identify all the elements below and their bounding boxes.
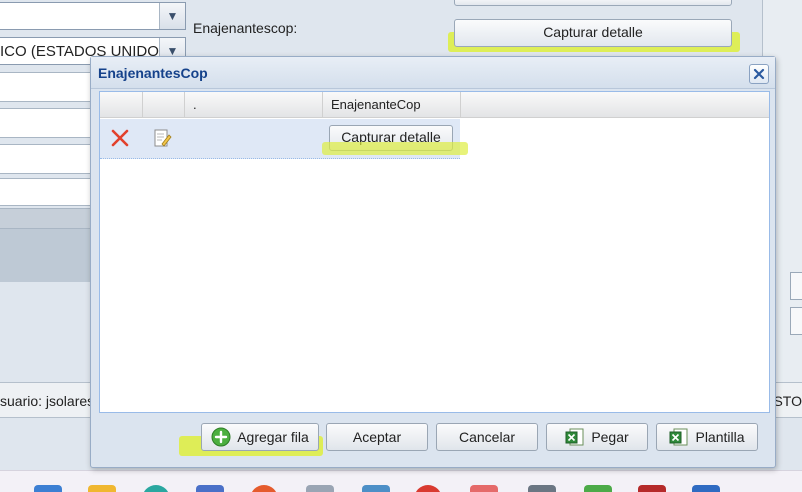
add-row-label: Agregar fila	[237, 429, 309, 445]
taskbar-browser-icon[interactable]	[142, 485, 170, 492]
background-field-2[interactable]	[0, 108, 92, 138]
background-panel-bar	[0, 208, 92, 228]
column-header-edit	[143, 92, 185, 118]
taskbar-doc-icon[interactable]	[470, 485, 498, 492]
paste-button[interactable]: Pegar	[546, 423, 648, 451]
status-user: suario: jsolares	[0, 393, 95, 409]
status-right-text: STO	[773, 393, 802, 409]
enajenantes-grid: . EnajenanteCop Capturar detalle	[99, 91, 770, 413]
taskbar-green-icon[interactable]	[584, 485, 612, 492]
template-button[interactable]: Plantilla	[656, 423, 758, 451]
accept-button[interactable]: Aceptar	[326, 423, 428, 451]
column-header-dot: .	[185, 92, 323, 118]
capture-detail-label: Capturar detalle	[543, 24, 643, 40]
dialog-header: EnajenantesCop	[91, 57, 775, 89]
grid-header: . EnajenanteCop	[100, 92, 769, 118]
add-row-button[interactable]: Agregar fila	[201, 423, 319, 451]
capture-detail-button-top[interactable]: Capturar detalle	[454, 19, 732, 47]
country-select-1[interactable]: ▼	[0, 2, 186, 30]
template-label: Plantilla	[695, 429, 745, 445]
chevron-down-icon[interactable]: ▼	[159, 3, 185, 29]
table-row[interactable]: Capturar detalle	[100, 119, 468, 159]
cancel-button[interactable]: Cancelar	[436, 423, 538, 451]
background-field-4[interactable]	[0, 178, 92, 206]
taskbar-blue-icon[interactable]	[692, 485, 720, 492]
background-field-1[interactable]	[0, 72, 92, 102]
enajenantes-label: Enajenantescop:	[193, 20, 298, 36]
close-icon	[753, 68, 765, 80]
capture-detail-button-background[interactable]	[454, 0, 732, 6]
background-small-button-1[interactable]	[790, 272, 802, 300]
enajenantes-dialog: EnajenantesCop . EnajenanteCop Capturar	[90, 56, 776, 468]
background-field-3[interactable]	[0, 144, 92, 174]
taskbar-notepad-icon[interactable]	[306, 485, 334, 492]
accept-label: Aceptar	[352, 429, 402, 445]
taskbar-app-icon[interactable]	[34, 485, 62, 492]
delete-icon[interactable]	[110, 128, 130, 148]
highlight-mark	[322, 142, 468, 155]
taskbar-red-icon[interactable]	[638, 485, 666, 492]
column-header-enajenantecop[interactable]: EnajenanteCop	[323, 92, 461, 118]
taskbar-tool-icon[interactable]	[528, 485, 556, 492]
paste-label: Pegar	[591, 429, 629, 445]
taskbar-folder-icon[interactable]	[88, 485, 116, 492]
taskbar-app2-icon[interactable]	[250, 485, 278, 492]
excel-icon	[565, 428, 584, 446]
close-button[interactable]	[749, 64, 769, 84]
taskbar-calendar-icon[interactable]	[196, 485, 224, 492]
excel-icon	[669, 428, 688, 446]
background-panel-body	[0, 228, 92, 282]
background-small-button-2[interactable]	[790, 307, 802, 335]
add-icon	[211, 427, 231, 447]
dialog-title: EnajenantesCop	[98, 65, 208, 81]
column-header-delete	[100, 92, 143, 118]
taskbar	[0, 470, 802, 492]
edit-icon[interactable]	[152, 128, 172, 148]
cancel-label: Cancelar	[458, 429, 516, 445]
taskbar-window-icon[interactable]	[362, 485, 390, 492]
taskbar-chrome-icon[interactable]	[414, 485, 442, 492]
